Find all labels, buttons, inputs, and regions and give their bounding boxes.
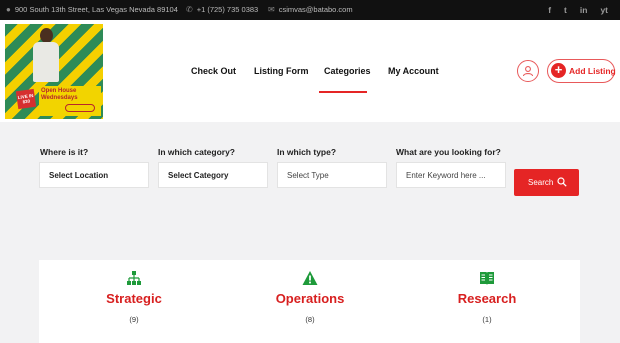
logo-banner-line2: Wednesdays bbox=[41, 95, 78, 101]
user-account-button[interactable] bbox=[517, 60, 539, 82]
phone-text[interactable]: +1 (725) 735 0383 bbox=[197, 5, 259, 14]
site-header: LIVE IN 830 Open House Wednesdays Check … bbox=[0, 20, 620, 122]
keyword-label: What are you looking for? bbox=[396, 147, 501, 157]
facebook-icon[interactable]: f bbox=[548, 4, 551, 16]
search-button[interactable]: Search bbox=[514, 169, 579, 196]
keyword-input[interactable]: Enter Keyword here ... bbox=[396, 162, 506, 188]
twitter-icon[interactable]: t bbox=[564, 4, 567, 16]
add-listing-button[interactable]: + Add Listing bbox=[547, 59, 616, 83]
linkedin-icon[interactable]: in bbox=[580, 4, 588, 16]
location-select[interactable]: Select Location bbox=[39, 162, 149, 188]
nav-active-underline bbox=[319, 91, 367, 93]
nav-check-out[interactable]: Check Out bbox=[191, 66, 236, 76]
sitemap-icon bbox=[127, 271, 141, 285]
user-icon bbox=[522, 66, 534, 77]
email-text[interactable]: csimvas@batabo.com bbox=[279, 5, 353, 14]
top-info-bar: ● 900 South 13th Street, Las Vegas Nevad… bbox=[0, 0, 620, 20]
search-icon bbox=[557, 177, 567, 187]
address-text: 900 South 13th Street, Las Vegas Nevada … bbox=[14, 5, 178, 14]
type-select[interactable]: Select Type bbox=[277, 162, 387, 188]
category-name[interactable]: Operations bbox=[240, 291, 380, 306]
add-listing-label: Add Listing bbox=[569, 66, 616, 76]
logo-banner-tag bbox=[65, 104, 95, 112]
nav-my-account[interactable]: My Account bbox=[388, 66, 439, 76]
nav-listing-form[interactable]: Listing Form bbox=[254, 66, 309, 76]
social-links: f t in yt bbox=[548, 4, 608, 16]
book-icon bbox=[480, 272, 494, 285]
logo-person-image bbox=[31, 28, 61, 84]
category-name[interactable]: Research bbox=[417, 291, 557, 306]
logo-banner-line1: Open House bbox=[41, 88, 77, 94]
plus-icon: + bbox=[551, 63, 566, 78]
category-count: (8) bbox=[305, 315, 315, 324]
category-count: (9) bbox=[129, 315, 139, 324]
warning-icon bbox=[302, 271, 318, 285]
site-logo[interactable]: LIVE IN 830 Open House Wednesdays bbox=[5, 24, 103, 119]
phone-icon: ✆ bbox=[186, 4, 193, 14]
logo-banner: Open House Wednesdays bbox=[39, 86, 101, 116]
nav-categories[interactable]: Categories bbox=[324, 66, 371, 76]
category-select[interactable]: Select Category bbox=[158, 162, 268, 188]
address-info: ● 900 South 13th Street, Las Vegas Nevad… bbox=[6, 5, 178, 14]
category-count: (1) bbox=[482, 315, 492, 324]
categories-panel: Strategic (9) Operations (8) Research (1… bbox=[39, 260, 580, 343]
category-label: In which category? bbox=[158, 147, 235, 157]
mail-icon: ✉ bbox=[268, 4, 275, 14]
search-button-label: Search bbox=[528, 178, 554, 187]
youtube-icon[interactable]: yt bbox=[600, 4, 608, 16]
category-name[interactable]: Strategic bbox=[64, 291, 204, 306]
map-pin-icon: ● bbox=[6, 4, 11, 14]
logo-live-badge: LIVE IN 830 bbox=[15, 88, 37, 110]
phone-info[interactable]: ✆ +1 (725) 735 0383 bbox=[186, 5, 258, 14]
email-info[interactable]: ✉ csimvas@batabo.com bbox=[268, 5, 353, 14]
type-label: In which type? bbox=[277, 147, 337, 157]
location-label: Where is it? bbox=[40, 147, 89, 157]
